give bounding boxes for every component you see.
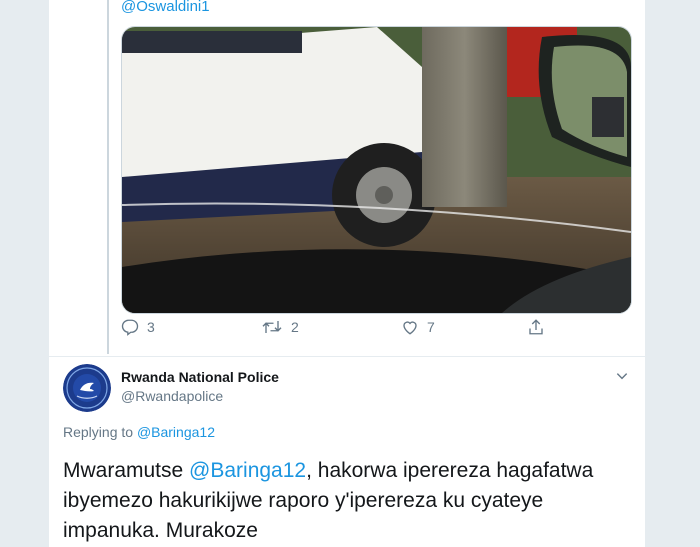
retweet-action[interactable]: 2 xyxy=(261,318,299,336)
police-logo-avatar xyxy=(63,364,111,412)
tweet-menu-button[interactable] xyxy=(615,369,629,388)
car-crash-photo xyxy=(122,27,631,313)
replying-to: Replying to @Baringa12 xyxy=(63,424,215,440)
tweet-text-start: Mwaramutse xyxy=(63,459,190,482)
reply-icon xyxy=(121,319,139,336)
retweet-icon xyxy=(262,321,282,333)
tweet-photo[interactable] xyxy=(121,26,632,314)
timeline-card: @Oswaldini1 3 2 7 Rwanda National Police… xyxy=(48,0,646,547)
tweet-actions: 3 2 7 xyxy=(121,318,551,346)
display-name[interactable]: Rwanda National Police xyxy=(121,369,279,385)
retweet-count: 2 xyxy=(291,319,299,335)
chevron-down-icon xyxy=(616,373,628,380)
avatar[interactable] xyxy=(63,364,111,412)
reply-count: 3 xyxy=(147,319,155,335)
user-handle[interactable]: @Rwandapolice xyxy=(121,388,223,404)
like-action[interactable]: 7 xyxy=(401,318,435,336)
reply-action[interactable]: 3 xyxy=(121,318,155,336)
tweet-mention[interactable]: @Baringa12 xyxy=(189,459,306,482)
replying-to-label: Replying to xyxy=(63,424,137,440)
tweet-divider xyxy=(49,356,645,357)
thread-line xyxy=(107,0,109,354)
like-count: 7 xyxy=(427,319,435,335)
share-action[interactable] xyxy=(527,318,553,336)
quoted-user-handle[interactable]: @Oswaldini1 xyxy=(121,0,210,15)
tweet-text: Mwaramutse @Baringa12, hakorwa iperereza… xyxy=(63,456,638,546)
replying-to-handle[interactable]: @Baringa12 xyxy=(137,424,215,440)
share-icon xyxy=(529,319,543,335)
like-icon xyxy=(403,321,417,335)
